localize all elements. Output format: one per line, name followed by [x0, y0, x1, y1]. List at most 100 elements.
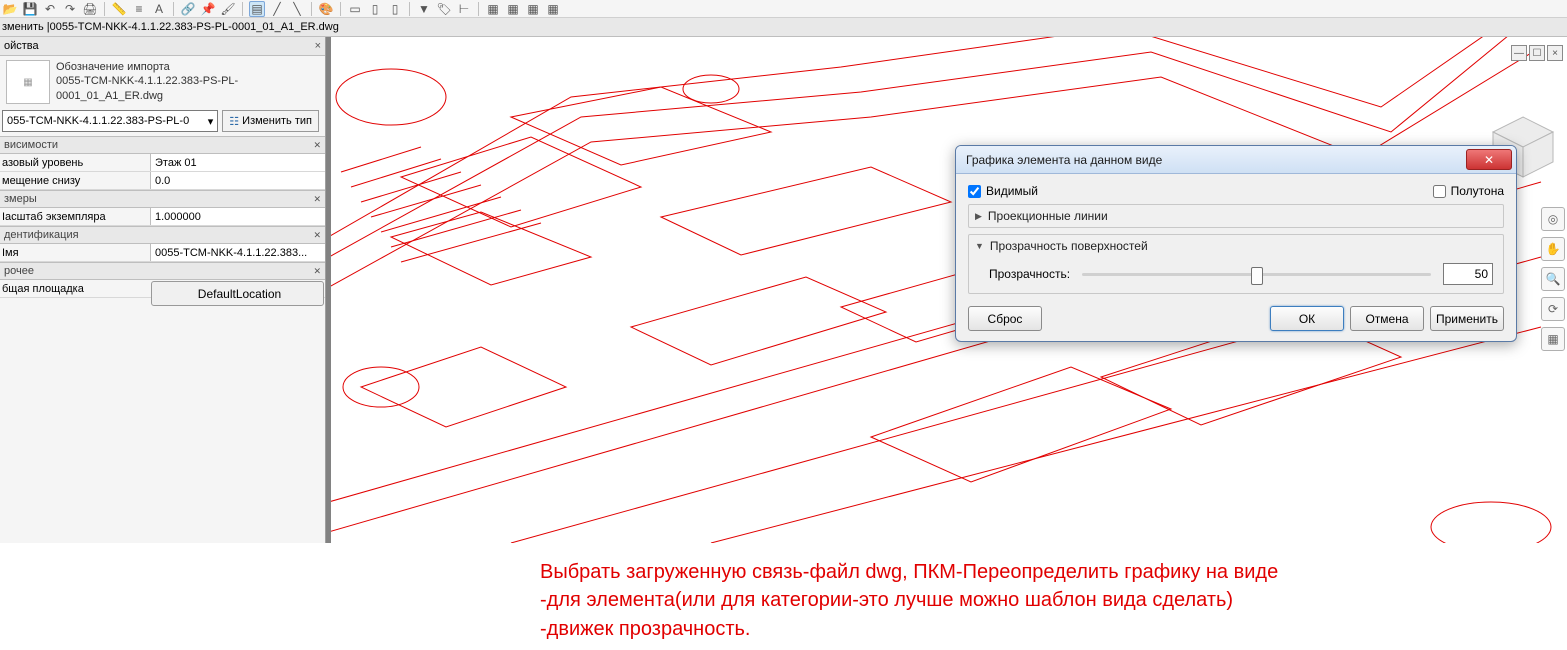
tool-wall2-icon[interactable]: ▯ — [387, 1, 403, 17]
prop-key: бщая площадка — [0, 280, 150, 297]
slider-thumb-icon[interactable] — [1251, 267, 1263, 285]
transparency-label: Прозрачность: — [989, 267, 1070, 281]
annotation-line1: Выбрать загруженную связь-файл dwg, ПКМ-… — [540, 558, 1278, 586]
tool-filter-icon[interactable]: ▼ — [416, 1, 432, 17]
prop-row-name[interactable]: Імя 0055-TCM-NKK-4.1.1.22.383... — [0, 244, 325, 262]
edit-type-button[interactable]: ☷ Изменить тип — [222, 110, 319, 132]
projection-lines-label: Проекционные линии — [988, 209, 1108, 223]
tool-save-icon[interactable]: 💾 — [22, 1, 38, 17]
tool-redo-icon[interactable]: ↷ — [62, 1, 78, 17]
nav-hand-icon[interactable]: ✋ — [1541, 237, 1565, 261]
prop-value[interactable]: 0.0 — [150, 172, 325, 189]
category-identification[interactable]: дентификация ✕ — [0, 226, 325, 244]
ok-button[interactable]: ОК — [1270, 306, 1344, 331]
separator — [340, 2, 341, 16]
tool-sheet2-icon[interactable]: ▦ — [505, 1, 521, 17]
tool-render-icon[interactable]: 🎨 — [318, 1, 334, 17]
visible-checkbox[interactable]: Видимый — [968, 184, 1038, 198]
tool-dim-icon[interactable]: ⊢ — [456, 1, 472, 17]
tool-paint-icon[interactable]: 🖌 — [220, 1, 236, 17]
quick-access-toolbar: 📂 💾 ↶ ↷ 🖨 📏 ≡ A 🔗 📌 🖌 ▤ ╱ ╲ 🎨 ▭ ▯ ▯ ▼ 🏷 … — [0, 0, 1567, 18]
tool-link-icon[interactable]: 🔗 — [180, 1, 196, 17]
halftone-checkbox-label: Полутона — [1451, 184, 1504, 198]
dialog-titlebar[interactable]: Графика элемента на данном виде ✕ — [956, 146, 1516, 174]
view-close-icon[interactable]: × — [1547, 45, 1563, 61]
transparency-slider[interactable] — [1082, 273, 1431, 276]
tool-tag-icon[interactable]: 🏷 — [436, 1, 452, 17]
projection-lines-header[interactable]: ▶ Проекционные линии — [969, 205, 1503, 227]
view-maximize-icon[interactable]: ☐ — [1529, 45, 1545, 61]
category-dependencies[interactable]: висимости ✕ — [0, 136, 325, 154]
type-selector[interactable]: 055-TCM-NKK-4.1.1.22.383-PS-PL-0 ▾ — [2, 110, 218, 132]
category-label: змеры — [4, 193, 37, 205]
tool-wall-icon[interactable]: ▯ — [367, 1, 383, 17]
import-label: Обозначение импорта — [56, 60, 319, 74]
tool-sheet3-icon[interactable]: ▦ — [525, 1, 541, 17]
prop-row-offset[interactable]: мещение снизу 0.0 — [0, 172, 325, 190]
chevron-down-icon: ▾ — [208, 115, 214, 128]
tool-thin-line-icon[interactable]: ╱ — [269, 1, 285, 17]
apply-button[interactable]: Применить — [1430, 306, 1504, 331]
nav-ring-icon[interactable]: ◎ — [1541, 207, 1565, 231]
expander-icon: ✕ — [313, 194, 321, 205]
tool-open-icon[interactable]: 📂 — [2, 1, 18, 17]
properties-grid: висимости ✕ азовый уровень Этаж 01 мещен… — [0, 136, 325, 543]
right-nav-tools: ◎ ✋ 🔍 ⟳ ▦ — [1541, 207, 1565, 351]
tool-text-icon[interactable]: A — [151, 1, 167, 17]
panel-title: ойства — [4, 40, 39, 52]
cancel-button[interactable]: Отмена — [1350, 306, 1424, 331]
view-minimize-icon[interactable]: — — [1511, 45, 1527, 61]
prop-value-button[interactable]: DefaultLocation — [151, 281, 324, 306]
separator — [242, 2, 243, 16]
edit-type-label: Изменить тип — [242, 115, 312, 127]
prop-value[interactable]: 1.000000 — [150, 208, 325, 225]
visible-checkbox-input[interactable] — [968, 185, 981, 198]
tool-sheet4-icon[interactable]: ▦ — [545, 1, 561, 17]
halftone-checkbox-input[interactable] — [1433, 185, 1446, 198]
prop-row-base-level[interactable]: азовый уровень Этаж 01 — [0, 154, 325, 172]
tool-thin-line2-icon[interactable]: ╲ — [289, 1, 305, 17]
dialog-title: Графика элемента на данном виде — [966, 153, 1162, 167]
dialog-close-button[interactable]: ✕ — [1466, 149, 1512, 170]
category-label: рочее — [4, 265, 34, 277]
tool-align-icon[interactable]: ≡ — [131, 1, 147, 17]
annotation-text: Выбрать загруженную связь-файл dwg, ПКМ-… — [540, 558, 1278, 643]
cancel-label: Отмена — [1365, 312, 1408, 326]
tool-print-icon[interactable]: 🖨 — [82, 1, 98, 17]
nav-zoom-icon[interactable]: 🔍 — [1541, 267, 1565, 291]
prop-value[interactable]: 0055-TCM-NKK-4.1.1.22.383... — [150, 244, 325, 261]
prop-key: мещение снизу — [0, 172, 150, 189]
ok-label: ОК — [1299, 312, 1315, 326]
transparency-value[interactable]: 50 — [1443, 263, 1493, 285]
panel-header: ойства × — [0, 37, 325, 56]
reset-button[interactable]: Сброс — [968, 306, 1042, 331]
nav-orbit-icon[interactable]: ⟳ — [1541, 297, 1565, 321]
tool-highlight-icon[interactable]: ▤ — [249, 1, 265, 17]
prop-value[interactable]: Этаж 01 — [150, 154, 325, 171]
annotation-line3: -движек прозрачность. — [540, 615, 1278, 643]
separator — [311, 2, 312, 16]
reset-label: Сброс — [988, 312, 1023, 326]
nav-cube-icon[interactable]: ▦ — [1541, 327, 1565, 351]
tool-sheet-icon[interactable]: ▦ — [485, 1, 501, 17]
prop-row-site[interactable]: бщая площадка DefaultLocation — [0, 280, 325, 298]
tool-select-icon[interactable]: ▭ — [347, 1, 363, 17]
type-selector-value: 055-TCM-NKK-4.1.1.22.383-PS-PL-0 — [7, 115, 189, 127]
separator — [409, 2, 410, 16]
panel-close-icon[interactable]: × — [315, 40, 321, 52]
visible-checkbox-label: Видимый — [986, 184, 1038, 198]
tool-undo-icon[interactable]: ↶ — [42, 1, 58, 17]
context-titlebar: зменить | 0055-TCM-NKK-4.1.1.22.383-PS-P… — [0, 18, 1567, 37]
surface-transparency-group: ▼ Прозрачность поверхностей Прозрачность… — [968, 234, 1504, 294]
collapse-down-icon: ▼ — [975, 241, 984, 251]
expander-icon: ✕ — [313, 140, 321, 151]
prop-row-scale[interactable]: Іасштаб экземпляра 1.000000 — [0, 208, 325, 226]
tool-pin-icon[interactable]: 📌 — [200, 1, 216, 17]
tool-measure-icon[interactable]: 📏 — [111, 1, 127, 17]
collapse-right-icon: ▶ — [975, 211, 982, 222]
category-label: висимости — [4, 139, 58, 151]
halftone-checkbox[interactable]: Полутона — [1433, 184, 1504, 198]
category-dimensions[interactable]: змеры ✕ — [0, 190, 325, 208]
surface-transparency-header[interactable]: ▼ Прозрачность поверхностей — [969, 235, 1503, 257]
category-other[interactable]: рочее ✕ — [0, 262, 325, 280]
